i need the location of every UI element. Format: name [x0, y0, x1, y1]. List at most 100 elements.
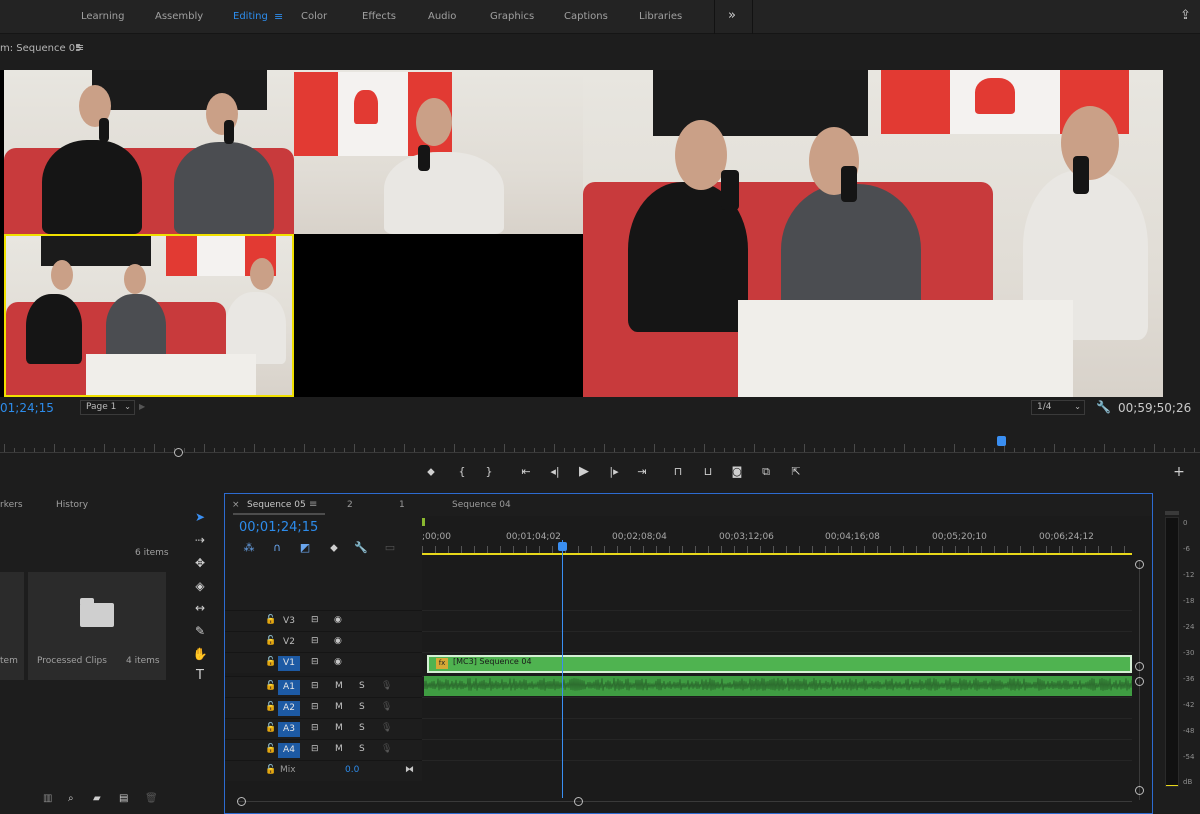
export-frame-camera-icon[interactable]: ◙ [728, 463, 746, 481]
scroll-end-handle[interactable] [574, 797, 583, 806]
track-header-a1[interactable]: 🔓 A1 ⊟ M S 🎙 [225, 676, 422, 697]
sync-lock-icon[interactable]: ⊟ [311, 657, 319, 667]
export-icon[interactable]: ⇱ [787, 463, 805, 481]
track-label-a4[interactable]: A4 [278, 743, 300, 758]
eye-icon[interactable]: ◉ [334, 657, 342, 667]
add-button-icon[interactable]: + [1170, 463, 1188, 481]
search-icon[interactable]: ⌕ [68, 793, 74, 804]
track-label-a1[interactable]: A1 [278, 680, 300, 695]
wrench-settings-icon[interactable]: 🔧 [1096, 400, 1111, 414]
monitor-playhead[interactable] [997, 436, 1006, 446]
lock-icon[interactable]: 🔓 [265, 744, 276, 754]
lock-icon[interactable]: 🔓 [265, 702, 276, 712]
mute-button[interactable]: M [335, 723, 343, 733]
lift-icon[interactable]: ⊓ [669, 463, 687, 481]
program-output-frame[interactable] [583, 70, 1163, 397]
mark-out-icon[interactable]: } [480, 463, 498, 481]
track-area-a4[interactable] [422, 739, 1132, 760]
slip-tool-icon[interactable]: ↔ [191, 599, 209, 617]
camera-angle-1[interactable] [4, 70, 294, 234]
sync-lock-icon[interactable]: ⊟ [311, 744, 319, 754]
track-label-a2[interactable]: A2 [278, 701, 300, 716]
track-area-v3[interactable] [422, 610, 1132, 631]
program-monitor-title[interactable]: m: Sequence 05 [0, 43, 82, 54]
hand-tool-icon[interactable]: ✋ [191, 645, 209, 663]
new-item-icon[interactable]: ▤ [119, 793, 128, 804]
camera-angle-2[interactable] [294, 70, 583, 234]
solo-button[interactable]: S [359, 681, 365, 691]
timeline-horizontal-scrollbar[interactable] [237, 797, 1132, 807]
sync-lock-icon[interactable]: ⊟ [311, 723, 319, 733]
timeline-playhead-line[interactable] [562, 540, 563, 798]
step-forward-icon[interactable]: |▸ [605, 463, 623, 481]
workspace-tab-captions[interactable]: Captions [564, 11, 608, 22]
go-to-out-icon[interactable]: ⇥ [633, 463, 651, 481]
workspace-tab-audio[interactable]: Audio [428, 11, 456, 22]
track-header-a4[interactable]: 🔓 A4 ⊟ M S 🎙 [225, 739, 422, 760]
eye-icon[interactable]: ◉ [334, 636, 342, 646]
track-label-v3[interactable]: V3 [278, 614, 300, 629]
bin-list-icon[interactable]: ▥ [43, 793, 52, 804]
workspace-tab-libraries[interactable]: Libraries [639, 11, 682, 22]
tab-markers[interactable]: rkers [0, 500, 23, 510]
sync-lock-icon[interactable]: ⊟ [311, 636, 319, 646]
track-header-a2[interactable]: 🔓 A2 ⊟ M S 🎙 [225, 697, 422, 718]
mix-volume-value[interactable]: 0.0 [345, 765, 359, 775]
workspace-overflow-button[interactable]: » [728, 8, 736, 23]
mute-button[interactable]: M [335, 702, 343, 712]
program-current-timecode[interactable]: 01;24;15 [0, 401, 54, 415]
ripple-edit-tool-icon[interactable]: ✥ [191, 554, 209, 572]
razor-tool-icon[interactable]: ◈ [191, 577, 209, 595]
new-bin-folder-icon[interactable]: ▰ [93, 793, 101, 804]
hamburger-menu-icon[interactable]: ≡ [75, 41, 84, 54]
lock-icon[interactable]: 🔓 [265, 657, 276, 667]
lock-icon[interactable]: 🔓 [265, 723, 276, 733]
page-select[interactable]: Page 1 ⌄ [80, 400, 135, 415]
mic-icon[interactable]: 🎙 [381, 702, 392, 712]
sync-lock-icon[interactable]: ⊟ [311, 615, 319, 625]
solo-button[interactable]: S [359, 702, 365, 712]
tab-menu-icon[interactable]: ≡ [309, 499, 317, 510]
camera-angle-4-empty[interactable] [294, 234, 583, 397]
program-monitor-viewer[interactable] [0, 70, 1163, 397]
track-area-mix[interactable] [422, 760, 1132, 781]
tab-sequence-1[interactable]: 1 [399, 500, 405, 510]
solo-button[interactable]: S [359, 723, 365, 733]
snap-magnet-icon[interactable]: ∩ [269, 541, 285, 555]
track-label-a3[interactable]: A3 [278, 722, 300, 737]
page-next-icon[interactable]: ▶ [139, 402, 145, 411]
lock-icon[interactable]: 🔓 [265, 636, 276, 646]
workspace-tab-effects[interactable]: Effects [362, 11, 396, 22]
track-label-v1[interactable]: V1 [278, 656, 300, 671]
track-select-tool-icon[interactable]: ⇢ [191, 531, 209, 549]
lock-icon[interactable]: 🔓 [265, 681, 276, 691]
type-tool-icon[interactable]: T [191, 667, 209, 685]
mute-button[interactable]: M [335, 744, 343, 754]
zoom-level-select[interactable]: 1/4 ⌄ [1031, 400, 1085, 415]
track-header-mix[interactable]: 🔓 Mix 0.0 ⧓ [225, 760, 422, 781]
sync-lock-icon[interactable]: ⊟ [311, 702, 319, 712]
share-icon[interactable]: ⇪ [1180, 8, 1191, 23]
add-marker-icon[interactable]: ⬥ [326, 541, 342, 555]
track-area-a2[interactable] [422, 697, 1132, 718]
clip-a1-audio[interactable] [424, 676, 1132, 696]
mic-icon[interactable]: 🎙 [381, 723, 392, 733]
track-header-v2[interactable]: 🔓 V2 ⊟ ◉ [225, 631, 422, 652]
tab-sequence-05[interactable]: Sequence 05 [247, 500, 306, 510]
track-area-a3[interactable] [422, 718, 1132, 739]
workspace-tab-learning[interactable]: Learning [81, 11, 124, 22]
nest-toggle-icon[interactable]: ⁂ [241, 541, 257, 555]
selection-tool-icon[interactable]: ➤ [191, 508, 209, 526]
workspace-tab-editing[interactable]: Editing [233, 11, 268, 22]
go-to-in-icon[interactable]: ⇤ [517, 463, 535, 481]
eye-icon[interactable]: ◉ [334, 615, 342, 625]
track-label-v2[interactable]: V2 [278, 635, 300, 650]
close-icon[interactable]: × [232, 500, 240, 510]
solo-button[interactable]: S [359, 744, 365, 754]
monitor-zoom-handle[interactable] [174, 448, 183, 457]
workspace-tab-color[interactable]: Color [301, 11, 327, 22]
workspace-tab-graphics[interactable]: Graphics [490, 11, 534, 22]
extract-icon[interactable]: ⊔ [699, 463, 717, 481]
comparison-view-icon[interactable]: ⧉ [757, 463, 775, 481]
sync-lock-icon[interactable]: ⊟ [311, 681, 319, 691]
